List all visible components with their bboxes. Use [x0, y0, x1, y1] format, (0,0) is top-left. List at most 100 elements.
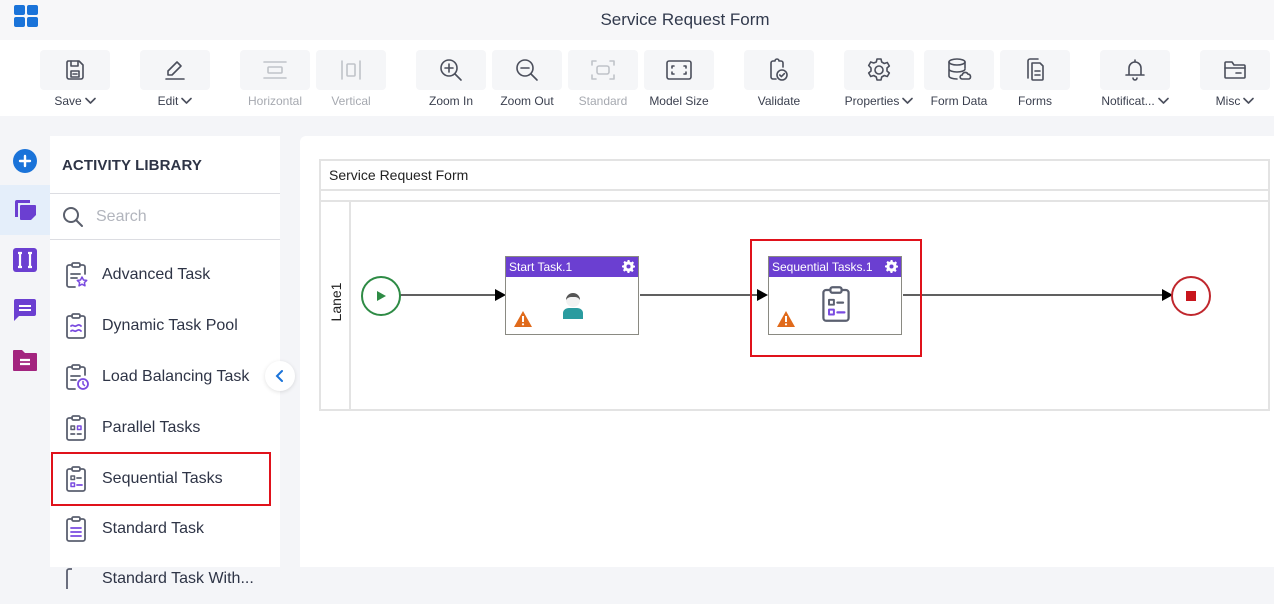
search-input[interactable] [96, 208, 266, 226]
notifications-button[interactable]: Notificat... [1100, 50, 1170, 116]
zoom-out-button[interactable]: Zoom Out [492, 50, 562, 116]
vertical-label: Vertical [331, 94, 371, 108]
start-event[interactable] [361, 276, 401, 316]
activity-library-icon [15, 200, 36, 220]
standard-label: Standard [578, 94, 628, 108]
misc-button[interactable]: Misc [1200, 50, 1270, 116]
variables-icon [13, 248, 37, 272]
lane-label: Lane1 [328, 282, 344, 322]
page-title: Service Request Form [600, 10, 770, 29]
validate-button[interactable]: Validate [744, 50, 814, 116]
library-item-parallel-tasks[interactable]: Parallel Tasks [50, 403, 280, 453]
forms-button[interactable]: Forms [1000, 50, 1070, 116]
library-item-label: Standard Task With... [102, 570, 254, 587]
zoom-in-icon [440, 59, 462, 81]
activity-library-panel: ACTIVITY LIBRARY Advanced Task Dynamic T… [50, 136, 280, 589]
rail-documents[interactable] [0, 335, 50, 385]
standard-task-icon [66, 516, 86, 542]
save-button[interactable]: Save [40, 50, 110, 116]
bell-icon [1125, 59, 1145, 81]
save-icon [66, 60, 84, 80]
zoom-in-label: Zoom In [428, 94, 473, 108]
lane-header[interactable]: Lane1 [321, 202, 351, 409]
library-search [50, 194, 280, 240]
collapse-library-button[interactable] [265, 361, 295, 391]
left-rail [0, 136, 50, 567]
rail-variables[interactable] [0, 235, 50, 285]
chevron-left-icon [275, 370, 283, 382]
zoom-in-button[interactable]: Zoom In [416, 50, 486, 116]
vertical-button[interactable]: Vertical [316, 50, 386, 116]
stop-icon [1186, 291, 1196, 301]
sequential-tasks-icon [822, 286, 850, 322]
model-size-label: Model Size [649, 94, 709, 108]
divider [50, 239, 280, 240]
library-item-standard-task[interactable]: Standard Task [50, 504, 280, 554]
form-data-button[interactable]: Form Data [924, 50, 994, 116]
forms-icon [1027, 58, 1044, 81]
notifications-label: Notificat... [1101, 94, 1155, 108]
horizontal-layout-icon [263, 61, 287, 79]
chevron-down-icon [902, 97, 914, 104]
library-item-sequential-tasks[interactable]: Sequential Tasks [51, 452, 271, 506]
advanced-task-icon [66, 262, 88, 288]
library-title: ACTIVITY LIBRARY [62, 157, 202, 174]
search-icon [63, 207, 83, 227]
edit-button[interactable]: Edit [140, 50, 210, 116]
properties-label: Properties [844, 94, 900, 108]
document-folder-icon [13, 350, 37, 371]
rail-activity-library[interactable] [0, 185, 50, 235]
validate-label: Validate [757, 94, 801, 108]
library-item-label: Standard Task [102, 520, 204, 537]
task-sequential-tasks-1[interactable]: Sequential Tasks.1 [768, 256, 902, 335]
standard-button[interactable]: Standard [568, 50, 638, 116]
library-item-label: Load Balancing Task [102, 368, 250, 385]
edit-label: Edit [157, 94, 179, 108]
rail-messages[interactable] [0, 285, 50, 335]
divider [321, 200, 1268, 202]
horizontal-label: Horizontal [247, 94, 303, 108]
database-icon [948, 58, 972, 80]
app-grid-icon[interactable] [14, 5, 39, 27]
dynamic-task-pool-icon [66, 313, 86, 339]
pool-title: Service Request Form [329, 167, 469, 183]
end-event[interactable] [1171, 276, 1211, 316]
user-icon [563, 293, 583, 319]
library-item-label: Sequential Tasks [102, 470, 223, 487]
misc-label: Misc [1215, 94, 1241, 108]
task-start-task-1[interactable]: Start Task.1 [505, 256, 639, 335]
chevron-down-icon [84, 97, 96, 104]
top-bar: Service Request Form [0, 0, 1274, 40]
chevron-down-icon [181, 97, 193, 104]
toolbar: Save Edit Horizontal Vertical Zoom In Zo… [0, 40, 1274, 116]
standard-task-icon [66, 568, 72, 589]
library-item-load-balancing-task[interactable]: Load Balancing Task [50, 352, 280, 402]
library-item-advanced-task[interactable]: Advanced Task [50, 250, 280, 300]
gear-icon[interactable] [885, 260, 898, 273]
parallel-tasks-icon [66, 415, 86, 441]
zoom-out-label: Zoom Out [500, 94, 554, 108]
load-balancing-task-icon [66, 364, 89, 390]
library-item-label: Dynamic Task Pool [102, 317, 238, 334]
vertical-layout-icon [341, 60, 361, 80]
forms-label: Forms [1018, 94, 1052, 108]
properties-button[interactable]: Properties [844, 50, 914, 116]
form-data-label: Form Data [930, 94, 988, 108]
validate-icon [770, 58, 788, 81]
rail-add[interactable] [0, 136, 50, 186]
library-item-dynamic-task-pool[interactable]: Dynamic Task Pool [50, 301, 280, 351]
library-item-standard-task-with[interactable]: Standard Task With... [50, 554, 280, 604]
play-icon [377, 291, 386, 301]
library-item-label: Parallel Tasks [102, 419, 201, 436]
divider [321, 189, 1268, 191]
save-label: Save [54, 94, 82, 108]
add-circle-icon [13, 149, 37, 173]
sequential-tasks-icon [66, 466, 86, 492]
library-item-label: Advanced Task [102, 266, 211, 283]
horizontal-button[interactable]: Horizontal [240, 50, 310, 116]
folder-icon [1224, 61, 1246, 79]
chat-icon [14, 299, 36, 321]
gear-icon[interactable] [622, 260, 635, 273]
model-size-button[interactable]: Model Size [644, 50, 714, 116]
zoom-out-icon [516, 59, 538, 81]
